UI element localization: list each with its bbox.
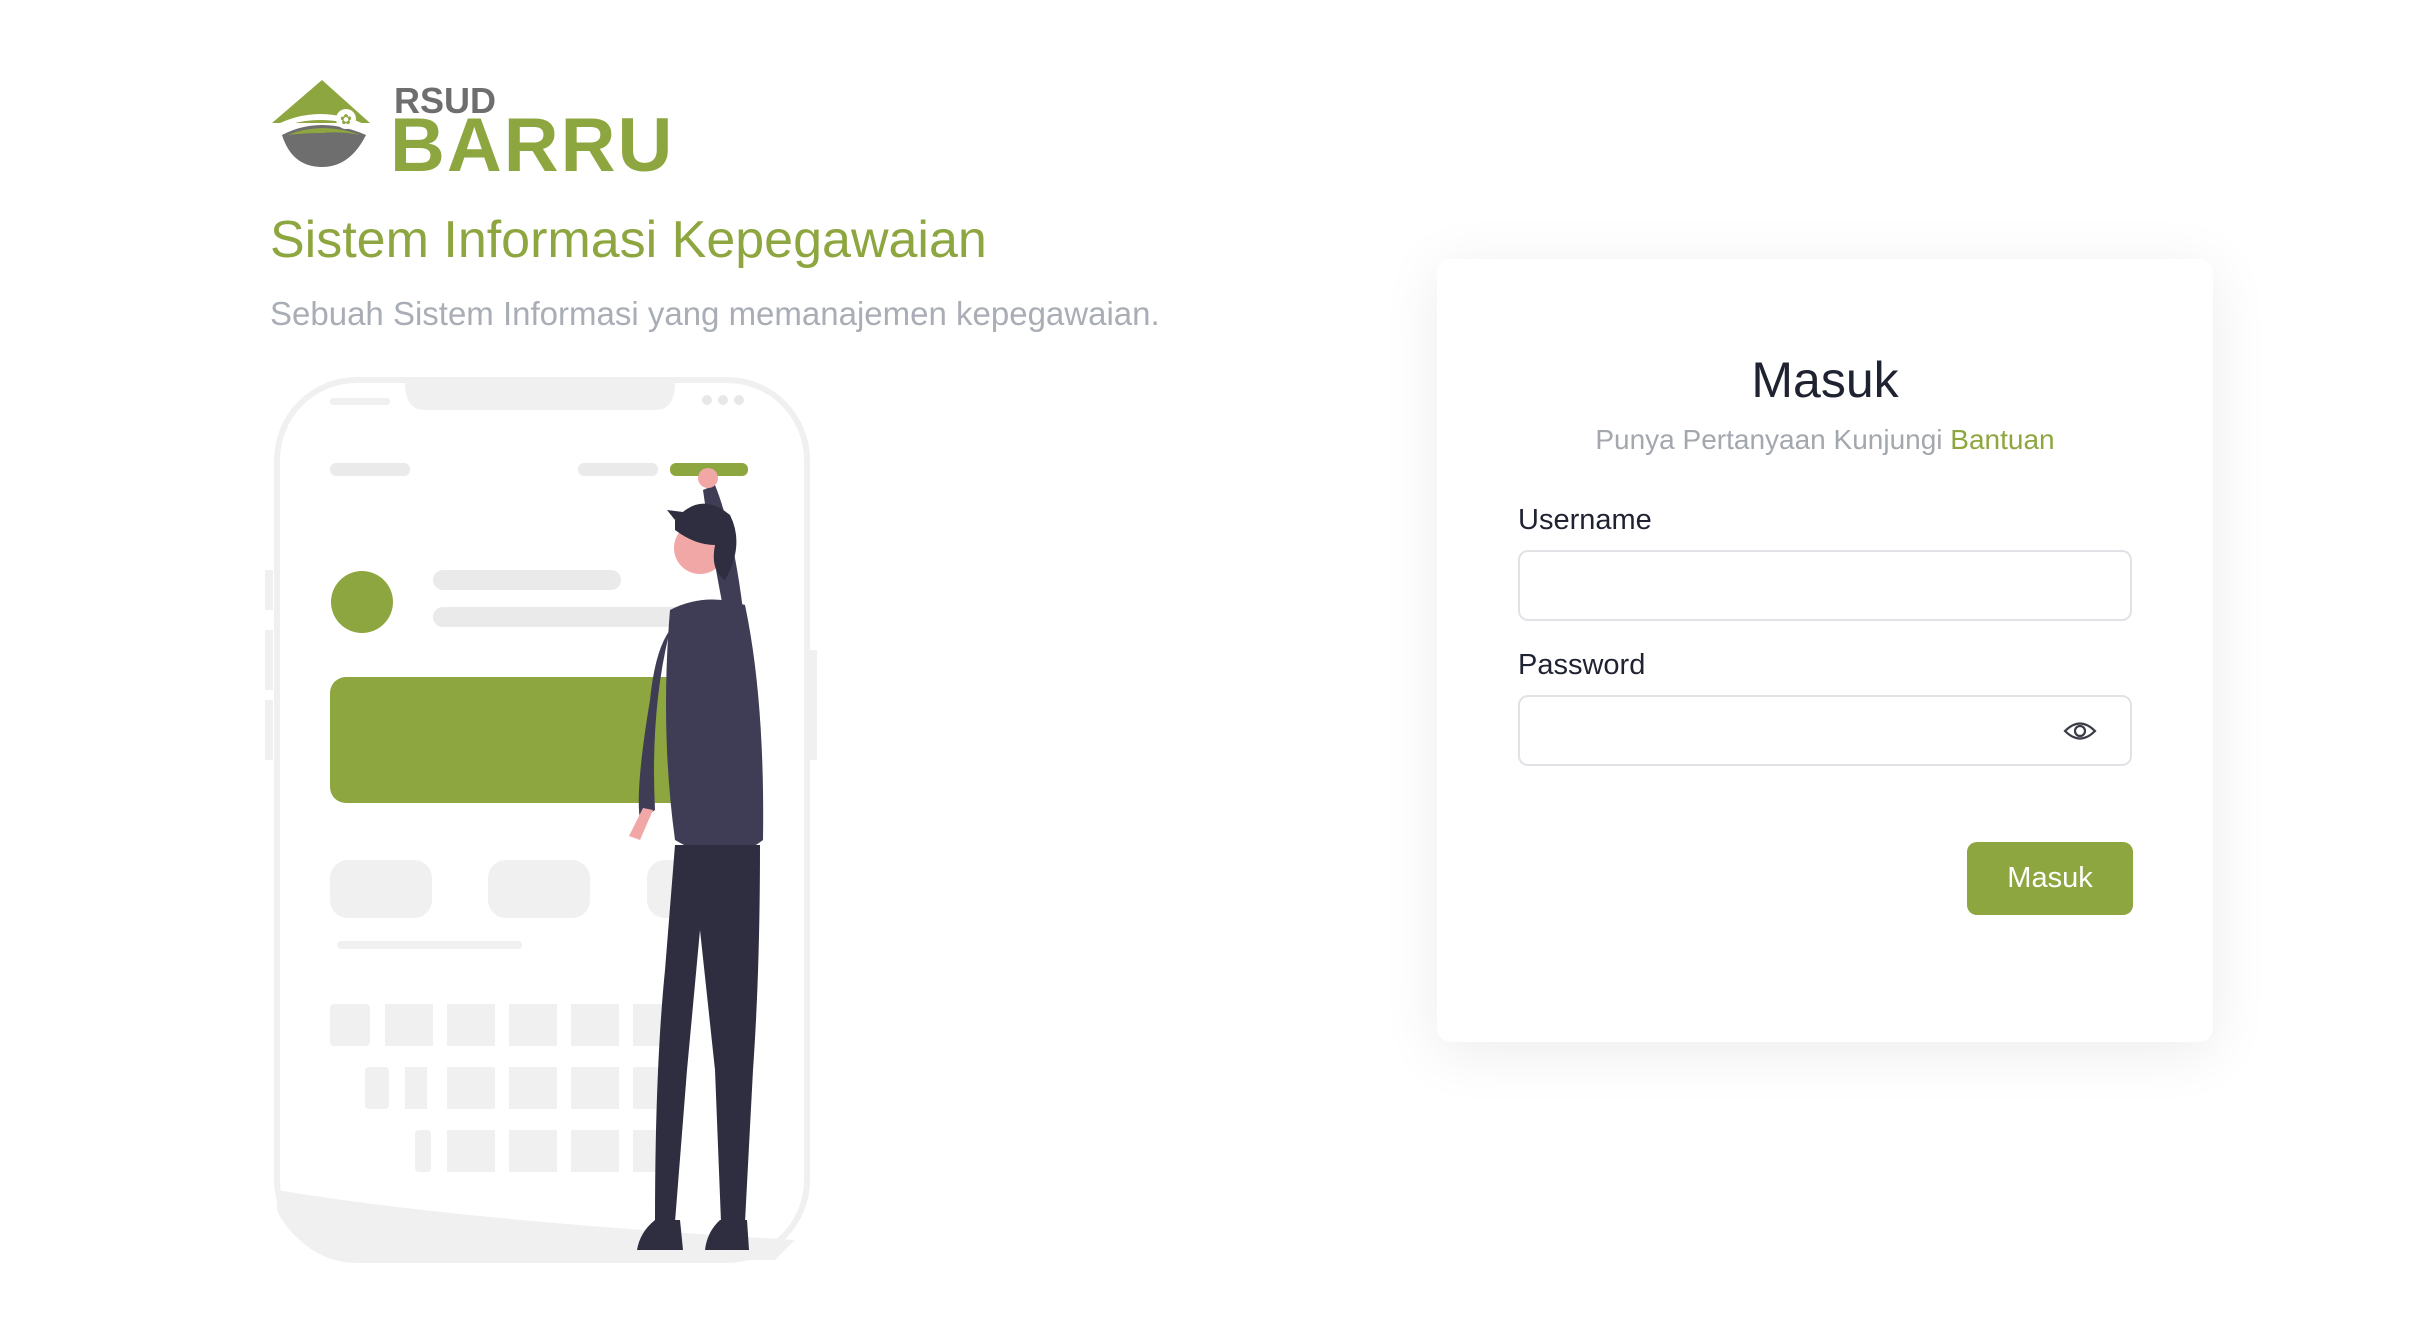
help-text: Punya Pertanyaan Kunjungi Bantuan [1437, 424, 2213, 456]
help-prefix: Punya Pertanyaan Kunjungi [1595, 424, 1943, 455]
app-title: Sistem Informasi Kepegawaian [270, 211, 987, 269]
logo-large-text: BARRU [390, 103, 674, 175]
password-visibility-toggle[interactable] [2060, 712, 2100, 750]
rsud-barru-emblem-icon: ✿ [272, 80, 370, 167]
username-input[interactable] [1518, 550, 2132, 621]
eye-icon [2063, 722, 2097, 740]
phone-illustration [255, 370, 835, 1270]
app-subtitle: Sebuah Sistem Informasi yang memanajemen… [270, 295, 1160, 332]
login-heading: Masuk [1751, 352, 1899, 408]
password-input[interactable] [1518, 695, 2132, 766]
password-label: Password [1518, 649, 1646, 681]
login-submit-button[interactable]: Masuk [1967, 842, 2133, 915]
username-label: Username [1518, 504, 1652, 536]
svg-text:✿: ✿ [340, 112, 352, 128]
login-card: Masuk Punya Pertanyaan Kunjungi Bantuan … [1437, 259, 2213, 1042]
brand-logo: ✿ RSUD BARRU [270, 75, 720, 175]
help-link[interactable]: Bantuan [1950, 424, 2054, 455]
